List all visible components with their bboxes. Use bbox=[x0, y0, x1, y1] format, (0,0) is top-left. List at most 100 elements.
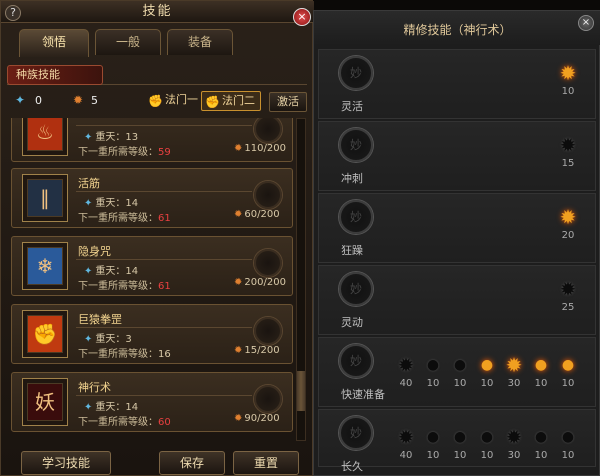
refine-skill-icon[interactable] bbox=[339, 416, 373, 450]
refine-node[interactable]: ✹ 20 bbox=[555, 206, 581, 241]
refine-node[interactable]: ● 10 bbox=[528, 354, 554, 389]
node-cost: 10 bbox=[534, 378, 548, 389]
refine-row: 灵动 ✹25 bbox=[318, 265, 596, 335]
tier-value: 3 bbox=[125, 334, 132, 345]
flame-icon: ✹ bbox=[234, 209, 243, 220]
node-cost: 10 bbox=[426, 378, 440, 389]
skill-upgrade-button[interactable] bbox=[254, 317, 282, 345]
reset-button[interactable]: 重置 bbox=[233, 451, 299, 475]
progress-value: 15/200 bbox=[244, 345, 280, 356]
refine-node[interactable]: ● 10 bbox=[420, 426, 446, 461]
skill-name: 活筋 bbox=[78, 177, 100, 190]
req-level: 61 bbox=[158, 281, 171, 292]
refine-node[interactable]: ● 10 bbox=[555, 426, 581, 461]
refine-node[interactable]: ● 10 bbox=[420, 354, 446, 389]
progress-value: 110/200 bbox=[244, 143, 286, 154]
save-button[interactable]: 保存 bbox=[159, 451, 225, 475]
refine-node[interactable]: ✹ 25 bbox=[555, 278, 581, 313]
tab-equipment[interactable]: 装备 bbox=[167, 29, 233, 55]
refine-close-icon[interactable]: × bbox=[578, 15, 594, 31]
node-cost: 10 bbox=[453, 450, 467, 461]
unlit-star-icon: ✹ bbox=[559, 133, 577, 157]
divider bbox=[76, 259, 252, 260]
node-cost: 10 bbox=[453, 378, 467, 389]
req-prefix: 下一重所需等级： bbox=[78, 349, 158, 360]
skill-card[interactable]: 妖神行术 ✦ 重天：14 下一重所需等级：60 ✹ 90/200 bbox=[11, 372, 293, 432]
refine-panel: 精修技能（神行术） × 灵活✹10冲刺✹15狂躁✹20灵动✹25快速准备✹40●… bbox=[313, 10, 600, 476]
skill-icon-frame: 妖 bbox=[22, 378, 68, 426]
skill-name: 隐身咒 bbox=[78, 245, 111, 258]
flame-icon: ✹ bbox=[234, 345, 243, 356]
node-cost: 10 bbox=[480, 378, 494, 389]
req-level: 59 bbox=[158, 147, 171, 158]
refine-skill-icon[interactable] bbox=[339, 200, 373, 234]
claw-skill-icon: ∥ bbox=[27, 179, 63, 217]
blue-point-icon: ✦ bbox=[15, 93, 26, 107]
refine-node[interactable]: ✹ 30 bbox=[501, 354, 527, 389]
flame-icon: ✹ bbox=[234, 143, 243, 154]
refine-node[interactable]: ✹ 10 bbox=[555, 62, 581, 97]
skill-card[interactable]: ♨ ✦ 重天：13 下一重所需等级：59 ✹ 110/200 bbox=[11, 118, 293, 162]
node-cost: 30 bbox=[507, 378, 521, 389]
skill-tier: ✦ 重天：14 bbox=[84, 194, 138, 209]
tier-star-icon: ✦ bbox=[84, 198, 93, 209]
tier-star-icon: ✦ bbox=[84, 402, 93, 413]
refine-node[interactable]: ✹ 40 bbox=[393, 426, 419, 461]
ice-skill-icon: ❄ bbox=[27, 247, 63, 285]
skill-list-scrollbar[interactable] bbox=[296, 118, 306, 441]
refine-row: 快速准备✹40●10●10●10✹30●10●10 bbox=[318, 337, 596, 407]
refine-node[interactable]: ● 10 bbox=[474, 426, 500, 461]
unlit-star-icon: ● bbox=[453, 357, 467, 373]
refine-node[interactable]: ● 10 bbox=[447, 354, 473, 389]
learn-skill-button[interactable]: 学习技能 bbox=[21, 451, 111, 475]
refine-skill-icon[interactable] bbox=[339, 344, 373, 378]
node-cost: 10 bbox=[534, 450, 548, 461]
refine-skill-icon[interactable] bbox=[339, 56, 373, 90]
law-one-button[interactable]: ✊ 法门一 bbox=[145, 91, 203, 111]
skill-name: 巨猿拳罡 bbox=[78, 313, 122, 326]
skill-card[interactable]: ∥ 活筋 ✦ 重天：14 下一重所需等级：61 ✹ 60/200 bbox=[11, 168, 293, 228]
race-skill-bar: 种族技能 bbox=[7, 63, 307, 85]
tier-prefix: 重天： bbox=[95, 266, 126, 277]
req-prefix: 下一重所需等级： bbox=[78, 281, 158, 292]
divider bbox=[76, 395, 252, 396]
skill-upgrade-button[interactable] bbox=[254, 181, 282, 209]
help-icon[interactable]: ? bbox=[5, 5, 21, 21]
refine-row-name: 狂躁 bbox=[341, 244, 363, 257]
skill-requirement: 下一重所需等级：60 bbox=[78, 413, 171, 428]
skill-progress: ✹ 200/200 bbox=[234, 277, 286, 288]
tab-general[interactable]: 一般 bbox=[95, 29, 161, 55]
refine-skill-icon[interactable] bbox=[339, 128, 373, 162]
node-cost: 10 bbox=[480, 450, 494, 461]
flame-icon: ✹ bbox=[234, 277, 243, 288]
close-icon[interactable]: × bbox=[293, 8, 311, 26]
skill-tier: ✦ 重天：14 bbox=[84, 398, 138, 413]
skill-upgrade-button[interactable] bbox=[254, 249, 282, 277]
skill-card[interactable]: ✊ 巨猿拳罡 ✦ 重天：3 下一重所需等级：16 ✹ 15/200 bbox=[11, 304, 293, 364]
refine-skill-icon[interactable] bbox=[339, 272, 373, 306]
skills-window: 技能 ? 领悟 一般 装备 种族技能 ✦ 0 ✹ 5 ✊ 法门一 ✊ 法门二 激活 … bbox=[0, 0, 314, 476]
refine-node[interactable]: ✹ 40 bbox=[393, 354, 419, 389]
refine-node[interactable]: ✹ 30 bbox=[501, 426, 527, 461]
activate-button[interactable]: 激活 bbox=[269, 92, 307, 112]
scroll-thumb[interactable] bbox=[297, 371, 305, 411]
req-level: 16 bbox=[158, 349, 171, 360]
unlit-star-icon: ● bbox=[426, 429, 440, 445]
refine-node[interactable]: ● 10 bbox=[555, 354, 581, 389]
skill-upgrade-button[interactable] bbox=[254, 118, 282, 143]
fire-skill-icon: ♨ bbox=[27, 118, 63, 151]
refine-node[interactable]: ✹ 15 bbox=[555, 134, 581, 169]
flame-icon: ✹ bbox=[234, 413, 243, 424]
progress-value: 60/200 bbox=[244, 209, 280, 220]
skill-upgrade-button[interactable] bbox=[254, 385, 282, 413]
refine-node[interactable]: ● 10 bbox=[528, 426, 554, 461]
divider bbox=[76, 191, 252, 192]
points-row: ✦ 0 ✹ 5 ✊ 法门一 ✊ 法门二 激活 bbox=[7, 89, 307, 112]
lit-star-icon: ● bbox=[480, 357, 494, 373]
law-two-button[interactable]: ✊ 法门二 bbox=[201, 91, 261, 111]
skill-card[interactable]: ❄ 隐身咒 ✦ 重天：14 下一重所需等级：61 ✹ 200/200 bbox=[11, 236, 293, 296]
refine-node[interactable]: ● 10 bbox=[447, 426, 473, 461]
refine-row-name: 长久 bbox=[341, 460, 363, 473]
refine-node[interactable]: ● 10 bbox=[474, 354, 500, 389]
tab-comprehend[interactable]: 领悟 bbox=[19, 29, 89, 57]
